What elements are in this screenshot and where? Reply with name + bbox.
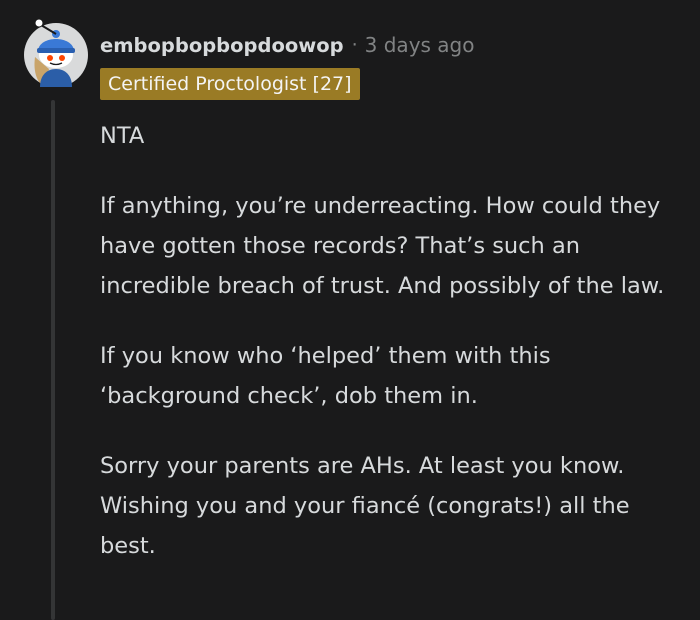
comment-paragraph: If you know who ‘helped’ them with this … xyxy=(100,343,551,409)
user-flair: Certified Proctologist [27] xyxy=(100,68,360,100)
comment-paragraph: Sorry your parents are AHs. At least you… xyxy=(100,453,630,559)
reddit-snoo-avatar-icon xyxy=(24,18,88,87)
username-link[interactable]: embopbopbopdoowop xyxy=(100,34,344,57)
user-avatar[interactable] xyxy=(23,17,89,89)
meta-separator: · xyxy=(351,34,358,56)
comment-timestamp[interactable]: 3 days ago xyxy=(365,33,475,57)
comment-body: NTA If anything, you’re underreacting. H… xyxy=(100,116,690,596)
comment: embopbopbopdoowop · 3 days ago Certified… xyxy=(0,0,700,620)
comment-paragraph: NTA xyxy=(100,123,145,149)
thread-collapse-line[interactable] xyxy=(51,100,55,620)
comment-meta: embopbopbopdoowop · 3 days ago xyxy=(100,31,475,59)
comment-paragraph: If anything, you’re underreacting. How c… xyxy=(100,193,665,299)
